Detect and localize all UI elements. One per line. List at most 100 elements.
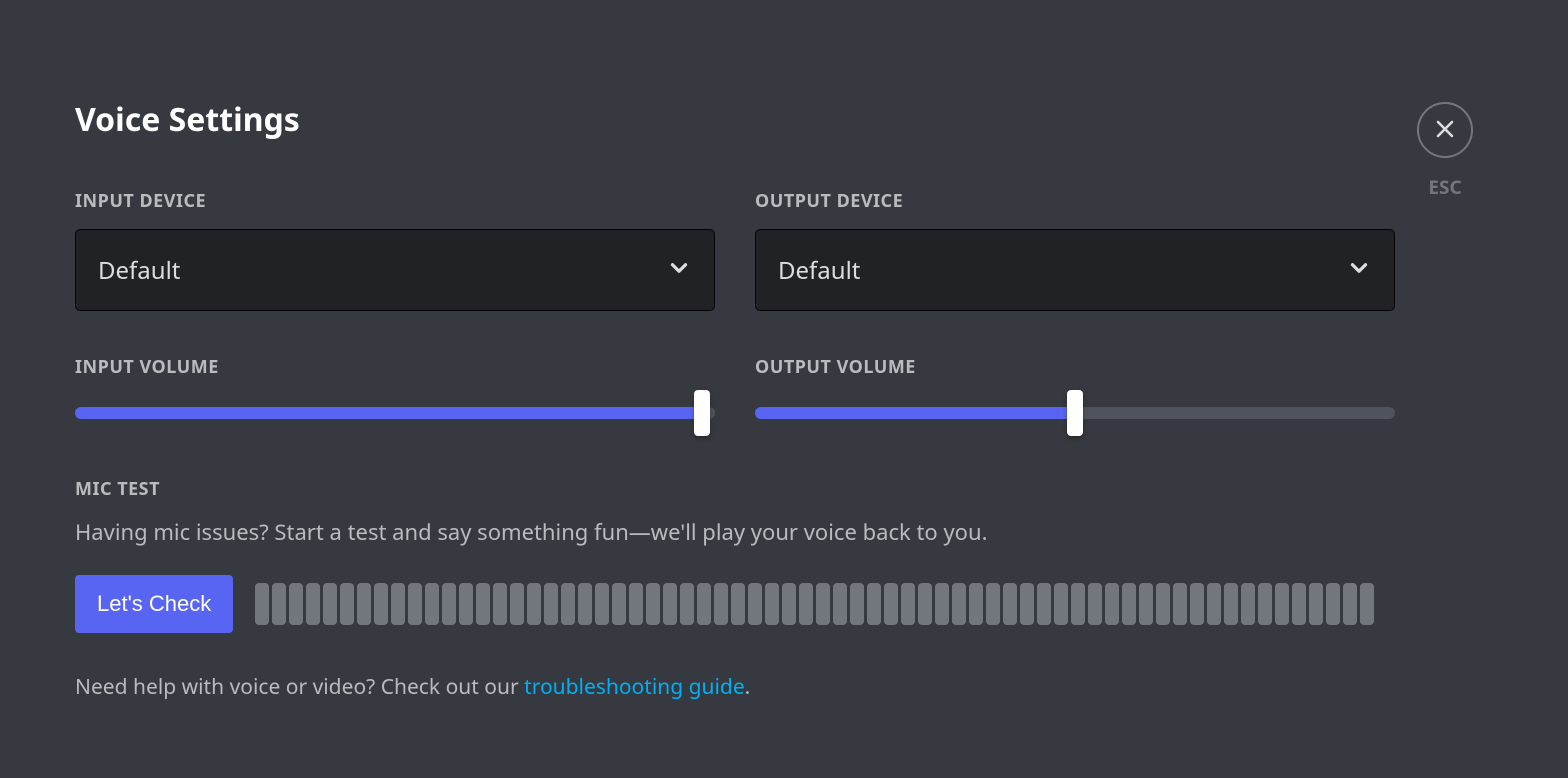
output-volume-label: OUTPUT VOLUME [755, 355, 1395, 379]
level-bar [969, 583, 983, 625]
level-bar [986, 583, 1000, 625]
level-bar [731, 583, 745, 625]
level-bar [1003, 583, 1017, 625]
level-bar [1020, 583, 1034, 625]
input-volume-section: INPUT VOLUME [75, 355, 715, 419]
level-bar [374, 583, 388, 625]
level-bar [544, 583, 558, 625]
level-bar [952, 583, 966, 625]
level-bar [646, 583, 660, 625]
level-bar [1071, 583, 1085, 625]
level-bar [1105, 583, 1119, 625]
level-bar [1292, 583, 1306, 625]
level-bar [527, 583, 541, 625]
input-volume-label: INPUT VOLUME [75, 355, 715, 379]
output-volume-fill [755, 407, 1075, 419]
input-device-value: Default [98, 254, 180, 287]
output-device-section: OUTPUT DEVICE Default [755, 189, 1395, 311]
level-bar [1173, 583, 1187, 625]
level-bar [935, 583, 949, 625]
level-bar [340, 583, 354, 625]
level-bar [816, 583, 830, 625]
level-bar [561, 583, 575, 625]
level-bar [1360, 583, 1374, 625]
output-volume-section: OUTPUT VOLUME [755, 355, 1395, 419]
level-bar [306, 583, 320, 625]
level-bar [782, 583, 796, 625]
output-volume-thumb[interactable] [1067, 390, 1083, 436]
level-bar [357, 583, 371, 625]
level-bar [1309, 583, 1323, 625]
mic-level-meter [255, 583, 1493, 625]
level-bar [1326, 583, 1340, 625]
output-device-value: Default [778, 254, 860, 287]
level-bar [476, 583, 490, 625]
level-bar [867, 583, 881, 625]
close-button[interactable] [1417, 102, 1473, 158]
level-bar [459, 583, 473, 625]
help-suffix: . [745, 673, 751, 701]
troubleshooting-link[interactable]: troubleshooting guide [524, 673, 745, 701]
level-bar [663, 583, 677, 625]
chevron-down-icon [1346, 255, 1372, 286]
esc-label: ESC [1422, 174, 1468, 200]
level-bar [629, 583, 643, 625]
level-bar [272, 583, 286, 625]
level-bar [1190, 583, 1204, 625]
level-bar [799, 583, 813, 625]
level-bar [1258, 583, 1272, 625]
level-bar [255, 583, 269, 625]
level-bar [833, 583, 847, 625]
voice-settings-panel: Voice Settings ESC INPUT DEVICE Default … [0, 0, 1568, 701]
mic-test-section: MIC TEST Having mic issues? Start a test… [75, 477, 1493, 701]
page-title: Voice Settings [75, 98, 1493, 141]
input-volume-thumb[interactable] [694, 390, 710, 436]
level-bar [901, 583, 915, 625]
output-device-label: OUTPUT DEVICE [755, 189, 1395, 213]
level-bar [408, 583, 422, 625]
level-bar [1224, 583, 1238, 625]
level-bar [323, 583, 337, 625]
level-bar [578, 583, 592, 625]
level-bar [1122, 583, 1136, 625]
level-bar [680, 583, 694, 625]
level-bar [510, 583, 524, 625]
level-bar [884, 583, 898, 625]
close-icon [1433, 117, 1457, 144]
input-volume-slider[interactable] [75, 407, 715, 419]
level-bar [289, 583, 303, 625]
level-bar [1088, 583, 1102, 625]
chevron-down-icon [666, 255, 692, 286]
level-bar [765, 583, 779, 625]
mic-test-label: MIC TEST [75, 477, 1493, 501]
input-volume-fill [75, 407, 702, 419]
input-device-label: INPUT DEVICE [75, 189, 715, 213]
level-bar [425, 583, 439, 625]
mic-test-button[interactable]: Let's Check [75, 575, 233, 633]
level-bar [1156, 583, 1170, 625]
help-text: Need help with voice or video? Check out… [75, 673, 1493, 701]
level-bar [612, 583, 626, 625]
help-prefix: Need help with voice or video? Check out… [75, 673, 524, 701]
level-bar [1207, 583, 1221, 625]
output-volume-slider[interactable] [755, 407, 1395, 419]
level-bar [595, 583, 609, 625]
level-bar [697, 583, 711, 625]
input-device-select[interactable]: Default [75, 229, 715, 311]
level-bar [1343, 583, 1357, 625]
level-bar [493, 583, 507, 625]
level-bar [1139, 583, 1153, 625]
level-bar [1037, 583, 1051, 625]
level-bar [1275, 583, 1289, 625]
level-bar [918, 583, 932, 625]
level-bar [391, 583, 405, 625]
level-bar [1241, 583, 1255, 625]
level-bar [1054, 583, 1068, 625]
level-bar [850, 583, 864, 625]
level-bar [442, 583, 456, 625]
input-device-section: INPUT DEVICE Default [75, 189, 715, 311]
level-bar [714, 583, 728, 625]
level-bar [748, 583, 762, 625]
output-device-select[interactable]: Default [755, 229, 1395, 311]
mic-test-description: Having mic issues? Start a test and say … [75, 517, 1493, 547]
